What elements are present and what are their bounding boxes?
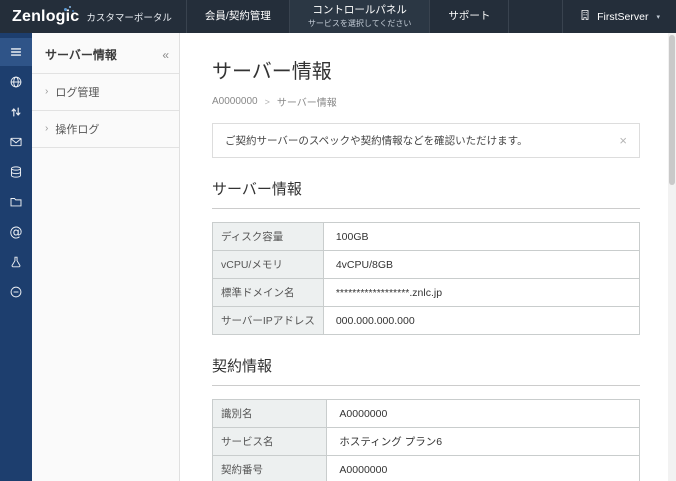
row-value: A0000000 xyxy=(327,400,640,428)
row-label: 識別名 xyxy=(213,400,327,428)
menu-icon xyxy=(9,45,23,59)
logo-dots-icon xyxy=(64,7,76,13)
table-row: ディスク容量 100GB xyxy=(213,223,640,251)
row-value: ******************.znlc.jp xyxy=(323,279,639,307)
row-label: サーバーIPアドレス xyxy=(213,307,324,335)
transfer-arrows-icon xyxy=(9,105,23,119)
submenu-item-log-management[interactable]: › ログ管理 xyxy=(32,74,179,111)
at-icon: @ xyxy=(10,226,23,239)
rail-item-mail[interactable] xyxy=(0,128,32,156)
rail-item-globe[interactable] xyxy=(0,68,32,96)
server-info-table: ディスク容量 100GB vCPU/メモリ 4vCPU/8GB 標準ドメイン名 … xyxy=(212,222,640,335)
main-content: サーバー情報 A0000000 > サーバー情報 ご契約サーバーのスペックや契約… xyxy=(180,33,676,481)
row-label: vCPU/メモリ xyxy=(213,251,324,279)
submenu-item-operation-log[interactable]: › 操作ログ xyxy=(32,111,179,148)
row-value: ホスティング プラン6 xyxy=(327,428,640,456)
row-label: 契約番号 xyxy=(213,456,327,481)
building-icon xyxy=(579,9,591,24)
section-heading-contract-info: 契約情報 xyxy=(212,355,640,386)
nav-support[interactable]: サポート xyxy=(429,0,509,33)
nav-control-panel[interactable]: コントロールパネル サービスを選択してください xyxy=(289,0,430,33)
nav-member-contract-label: 会員/契約管理 xyxy=(205,10,271,23)
table-row: サービス名 ホスティング プラン6 xyxy=(213,428,640,456)
info-notice: ご契約サーバーのスペックや契約情報などを確認いただけます。 × xyxy=(212,123,640,158)
app-logo[interactable]: Zenlogic カスタマーポータル xyxy=(0,0,186,33)
breadcrumb: A0000000 > サーバー情報 xyxy=(212,94,640,109)
contract-info-table: 識別名 A0000000 サービス名 ホスティング プラン6 契約番号 A000… xyxy=(212,399,640,481)
header-nav: 会員/契約管理 コントロールパネル サービスを選択してください サポート xyxy=(186,0,509,33)
rail-item-flask[interactable] xyxy=(0,248,32,276)
nav-member-contract[interactable]: 会員/契約管理 xyxy=(186,0,289,33)
page-title: サーバー情報 xyxy=(212,61,640,84)
flask-icon xyxy=(9,255,23,269)
secondary-sidebar: サーバー情報 « › ログ管理 › 操作ログ xyxy=(32,33,180,481)
chevron-down-icon: ▾ xyxy=(656,13,660,21)
chevron-right-icon: › xyxy=(45,124,48,134)
mail-icon xyxy=(9,135,23,149)
breadcrumb-current: サーバー情報 xyxy=(277,94,337,109)
rail-item-at[interactable]: @ xyxy=(0,218,32,246)
logo-subtitle: カスタマーポータル xyxy=(86,10,172,24)
database-icon xyxy=(9,165,23,179)
nav-support-label: サポート xyxy=(448,10,490,23)
row-value: A0000000 xyxy=(327,456,640,481)
rail-item-minus[interactable] xyxy=(0,278,32,306)
account-menu[interactable]: FirstServer ▾ xyxy=(562,0,676,33)
rail-item-transfer[interactable] xyxy=(0,98,32,126)
nav-control-panel-sublabel: サービスを選択してください xyxy=(308,19,412,29)
row-label: ディスク容量 xyxy=(213,223,324,251)
row-value: 4vCPU/8GB xyxy=(323,251,639,279)
table-row: 識別名 A0000000 xyxy=(213,400,640,428)
folder-icon xyxy=(9,195,23,209)
submenu-title: サーバー情報 xyxy=(45,46,117,63)
table-row: vCPU/メモリ 4vCPU/8GB xyxy=(213,251,640,279)
rail-item-folder[interactable] xyxy=(0,188,32,216)
breadcrumb-root[interactable]: A0000000 xyxy=(212,96,258,107)
notice-text: ご契約サーバーのスペックや契約情報などを確認いただけます。 xyxy=(225,133,528,148)
nav-control-panel-label: コントロールパネル xyxy=(312,4,407,17)
table-row: 契約番号 A0000000 xyxy=(213,456,640,481)
row-value: 000.000.000.000 xyxy=(323,307,639,335)
breadcrumb-separator-icon: > xyxy=(265,97,270,107)
submenu-item-label: 操作ログ xyxy=(55,121,99,137)
scrollbar-thumb[interactable] xyxy=(669,35,675,185)
collapse-sidebar-button[interactable]: « xyxy=(162,49,169,61)
account-name: FirstServer xyxy=(597,11,648,23)
globe-icon xyxy=(9,75,23,89)
submenu-header: サーバー情報 « xyxy=(32,33,179,74)
scrollbar[interactable] xyxy=(668,33,676,481)
table-row: 標準ドメイン名 ******************.znlc.jp xyxy=(213,279,640,307)
chevron-right-icon: › xyxy=(45,87,48,97)
icon-rail: @ xyxy=(0,33,32,481)
row-value: 100GB xyxy=(323,223,639,251)
submenu-item-label: ログ管理 xyxy=(55,84,99,100)
row-label: 標準ドメイン名 xyxy=(213,279,324,307)
section-heading-server-info: サーバー情報 xyxy=(212,178,640,209)
rail-item-database[interactable] xyxy=(0,158,32,186)
rail-item-menu[interactable] xyxy=(0,38,32,66)
close-icon[interactable]: × xyxy=(609,134,627,147)
top-header: Zenlogic カスタマーポータル 会員/契約管理 コントロールパネル サービ… xyxy=(0,0,676,33)
table-row: サーバーIPアドレス 000.000.000.000 xyxy=(213,307,640,335)
row-label: サービス名 xyxy=(213,428,327,456)
minus-circle-icon xyxy=(9,285,23,299)
